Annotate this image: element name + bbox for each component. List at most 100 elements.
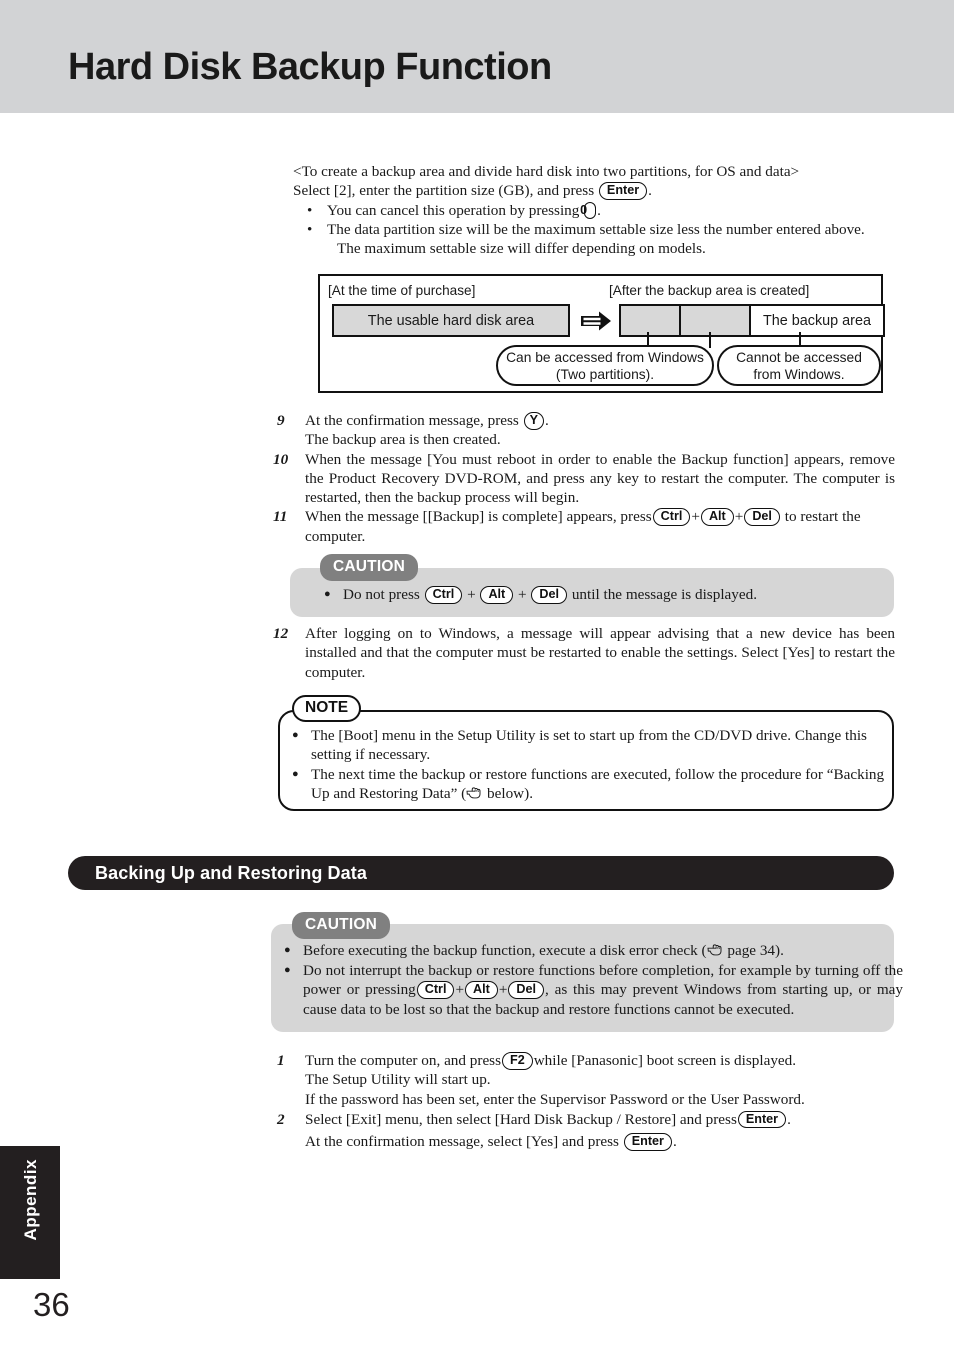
del-key[interactable]: Del	[508, 981, 545, 999]
enter-key[interactable]: Enter	[737, 1110, 787, 1129]
step-2-number: 2	[277, 1110, 285, 1128]
pointing-hand-icon	[707, 942, 724, 956]
caution-2-item-1-post: page 34).	[723, 942, 784, 959]
caution-1-plus-2: +	[514, 586, 531, 603]
enter-key[interactable]: Enter	[598, 182, 648, 200]
page-number: 36	[33, 1286, 70, 1323]
intro-bullet-1-post: .	[597, 201, 601, 219]
diagram-label-before: [At the time of purchase]	[328, 283, 476, 298]
note-item-2-post: below).	[483, 785, 533, 803]
step-9-body: At the confirmation message, press Y. Th…	[305, 411, 895, 450]
step-1-text-pre: Turn the computer on, and press	[305, 1052, 502, 1069]
leader-line-2	[709, 332, 712, 348]
steps-lower: 1 Turn the computer on, and press F2 while…	[277, 1051, 895, 1151]
caution-1-item: Do not press Ctrl + Alt + Del until the …	[322, 584, 903, 604]
f2-key[interactable]: F2	[502, 1052, 533, 1070]
step-2-confirm-line: At the confirmation message, select [Yes…	[305, 1132, 895, 1151]
intro-bullet-3-text: The maximum settable size will differ de…	[337, 240, 706, 258]
diagram-segment-partition1	[619, 304, 681, 337]
step-11-number: 11	[273, 508, 288, 526]
intro-bullet-2: • The data partition size will be the max…	[307, 220, 903, 239]
caution-2-item-1: Before executing the backup function, ex…	[282, 940, 903, 960]
step-1-number: 1	[277, 1052, 285, 1069]
intro-bullet-1-text: You can cancel this operation by pressin…	[327, 201, 580, 219]
partition-diagram: [At the time of purchase] [After the bac…	[318, 274, 885, 393]
step-10: 10 When the message [You must reboot in …	[273, 450, 895, 508]
steps-upper: 9 At the confirmation message, press Y. …	[273, 411, 895, 546]
plus-1: +	[691, 508, 700, 526]
step-2: 2 Select [Exit] menu, then select [Hard …	[277, 1110, 895, 1152]
caution-2-item-2: Do not interrupt the backup or restore f…	[282, 961, 903, 1019]
caution-2-plus-1: +	[455, 981, 465, 999]
intro-line2: Select [2], enter the partition size (GB…	[293, 181, 903, 200]
steps-step12: 12 After logging on to Windows, a messag…	[273, 624, 895, 682]
ctrl-key[interactable]: Ctrl	[424, 586, 463, 604]
note-item-1: The [Boot] menu in the Setup Utility is …	[290, 726, 903, 765]
intro-line2-post: .	[648, 182, 652, 200]
step-9-period: .	[545, 412, 549, 429]
step-2-text-post: .	[787, 1110, 791, 1128]
step-2-text-pre: Select [Exit] menu, then select [Hard Di…	[305, 1110, 737, 1128]
step-1-extra-2: If the password has been set, enter the …	[305, 1090, 805, 1108]
step-9-text: At the confirmation message, press	[305, 412, 523, 429]
note-badge: NOTE	[292, 695, 362, 722]
step-11-text-pre: When the message [[Backup] is complete] …	[305, 508, 652, 526]
step-2-confirm-pre: At the confirmation message, select [Yes…	[305, 1133, 623, 1151]
caution-1-pre: Do not press	[343, 586, 424, 603]
step-10-number: 10	[273, 450, 289, 468]
diagram-callout-not-accessible: Cannot be accessed from Windows.	[717, 345, 881, 386]
caution-2-item-1-pre: Before executing the backup function, ex…	[303, 942, 707, 959]
caution-1-plus-1: +	[463, 586, 480, 603]
intro-bullet-2-text: The data partition size will be the maxi…	[327, 220, 865, 238]
alt-key[interactable]: Alt	[465, 981, 498, 999]
zero-key[interactable]: 0	[580, 201, 597, 220]
step-10-body: When the message [You must reboot in ord…	[305, 450, 895, 507]
appendix-side-tab: Appendix	[0, 1146, 60, 1279]
arrow-right-icon	[579, 309, 613, 333]
ctrl-key[interactable]: Ctrl	[416, 981, 455, 999]
step-12-body: After logging on to Windows, a message w…	[305, 625, 895, 681]
caution-1-post: until the message is displayed.	[568, 586, 757, 603]
step-1-body: Turn the computer on, and press F2 while […	[305, 1051, 895, 1109]
diagram-label-after: [After the backup area is created]	[609, 283, 810, 298]
diagram-segment-backup: The backup area	[749, 304, 885, 337]
step-2-body: Select [Exit] menu, then select [Hard Di…	[305, 1110, 895, 1152]
intro-heading: <To create a backup area and divide hard…	[293, 163, 800, 180]
intro-block: <To create a backup area and divide hard…	[293, 162, 903, 258]
appendix-tab-label: Appendix	[21, 1159, 40, 1241]
step-1-text-post: while [Panasonic] boot screen is display…	[533, 1052, 797, 1069]
step-1: 1 Turn the computer on, and press F2 while…	[277, 1051, 895, 1109]
step-9-extra: The backup area is then created.	[305, 431, 501, 449]
note-item-2-pre: The next time the backup or restore func…	[311, 766, 885, 803]
y-key[interactable]: Y	[523, 412, 545, 430]
intro-bullet-2-cont: The maximum settable size will differ de…	[317, 239, 903, 258]
diagram-segment-partition2	[679, 304, 751, 337]
bullet-dot-icon: •	[307, 220, 313, 238]
alt-key[interactable]: Alt	[700, 508, 734, 526]
del-key[interactable]: Del	[531, 586, 568, 604]
step-1-extra-1: The Setup Utility will start up.	[305, 1071, 491, 1089]
intro-bullet-1: • You can cancel this operation by pressi…	[307, 201, 903, 220]
diagram-bar-after: The backup area	[619, 304, 885, 337]
plus-2: +	[734, 508, 744, 526]
del-key[interactable]: Del	[744, 508, 780, 526]
diagram-callout-accessible: Can be accessed from Windows (Two partit…	[496, 345, 714, 386]
diagram-bar-original: The usable hard disk area	[332, 304, 570, 337]
step-9-number: 9	[277, 412, 285, 429]
caution-2-plus-2: +	[498, 981, 508, 999]
section-title: Backing Up and Restoring Data	[95, 863, 367, 883]
section-header-bar: Backing Up and Restoring Data	[68, 856, 894, 890]
step-2-confirm-post: .	[672, 1133, 677, 1151]
step-11-body: When the message [[Backup] is complete] …	[305, 507, 895, 546]
step-9: 9 At the confirmation message, press Y. …	[277, 411, 895, 450]
page-title: Hard Disk Backup Function	[68, 46, 552, 88]
caution-badge-1: CAUTION	[320, 554, 419, 581]
enter-key[interactable]: Enter	[623, 1133, 672, 1151]
bullet-dot-icon: •	[307, 201, 313, 219]
step-11: 11 When the message [[Backup] is complet…	[273, 507, 895, 546]
ctrl-key[interactable]: Ctrl	[652, 508, 691, 526]
step-12-number: 12	[273, 625, 289, 642]
caution-badge-2: CAUTION	[292, 912, 391, 939]
step-12: 12 After logging on to Windows, a messag…	[273, 624, 895, 682]
alt-key[interactable]: Alt	[480, 586, 514, 604]
